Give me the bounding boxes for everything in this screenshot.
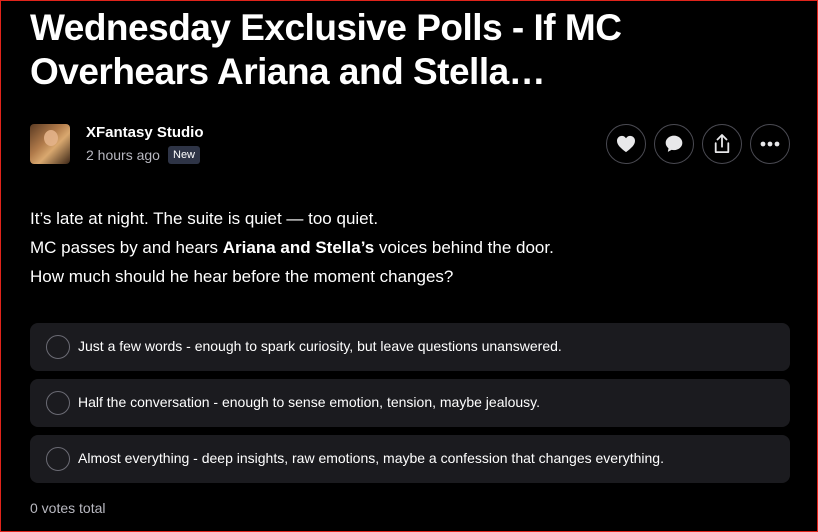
comment-button[interactable] <box>654 124 694 164</box>
body-line: How much should he hear before the momen… <box>30 267 454 286</box>
post-time: 2 hours ago <box>86 147 160 163</box>
poll-option[interactable]: Just a few words - enough to spark curio… <box>30 323 790 371</box>
avatar[interactable] <box>30 124 70 164</box>
body-bold-text: Ariana and Stella’s <box>222 238 375 257</box>
author-name[interactable]: XFantasy Studio <box>86 124 204 141</box>
body-text: voices behind the door. <box>374 238 554 257</box>
body-line: MC passes by and hears Ariana and Stella… <box>30 233 790 262</box>
more-icon <box>760 141 780 147</box>
poll-option-label: Just a few words - enough to spark curio… <box>78 338 562 354</box>
new-badge: New <box>168 146 201 164</box>
post-title: Wednesday Exclusive Polls - If MC Overhe… <box>30 7 622 92</box>
body-text: MC passes by and hears <box>30 238 223 257</box>
radio-button[interactable] <box>46 447 70 471</box>
post-body: It’s late at night. The suite is quiet —… <box>30 204 790 291</box>
votes-total: 0 votes total <box>30 500 106 516</box>
more-button[interactable] <box>750 124 790 164</box>
comment-icon <box>665 135 683 152</box>
heart-icon <box>617 135 635 153</box>
radio-button[interactable] <box>46 335 70 359</box>
poll-option[interactable]: Half the conversation - enough to sense … <box>30 379 790 427</box>
body-line: It’s late at night. The suite is quiet —… <box>30 209 379 228</box>
poll-option-label: Almost everything - deep insights, raw e… <box>78 450 664 466</box>
like-button[interactable] <box>606 124 646 164</box>
radio-button[interactable] <box>46 391 70 415</box>
author-row: XFantasy Studio 2 hours ago New <box>30 122 790 166</box>
share-icon <box>714 134 730 153</box>
poll-option-label: Half the conversation - enough to sense … <box>78 394 541 410</box>
poll-option[interactable]: Almost everything - deep insights, raw e… <box>30 435 790 483</box>
share-button[interactable] <box>702 124 742 164</box>
